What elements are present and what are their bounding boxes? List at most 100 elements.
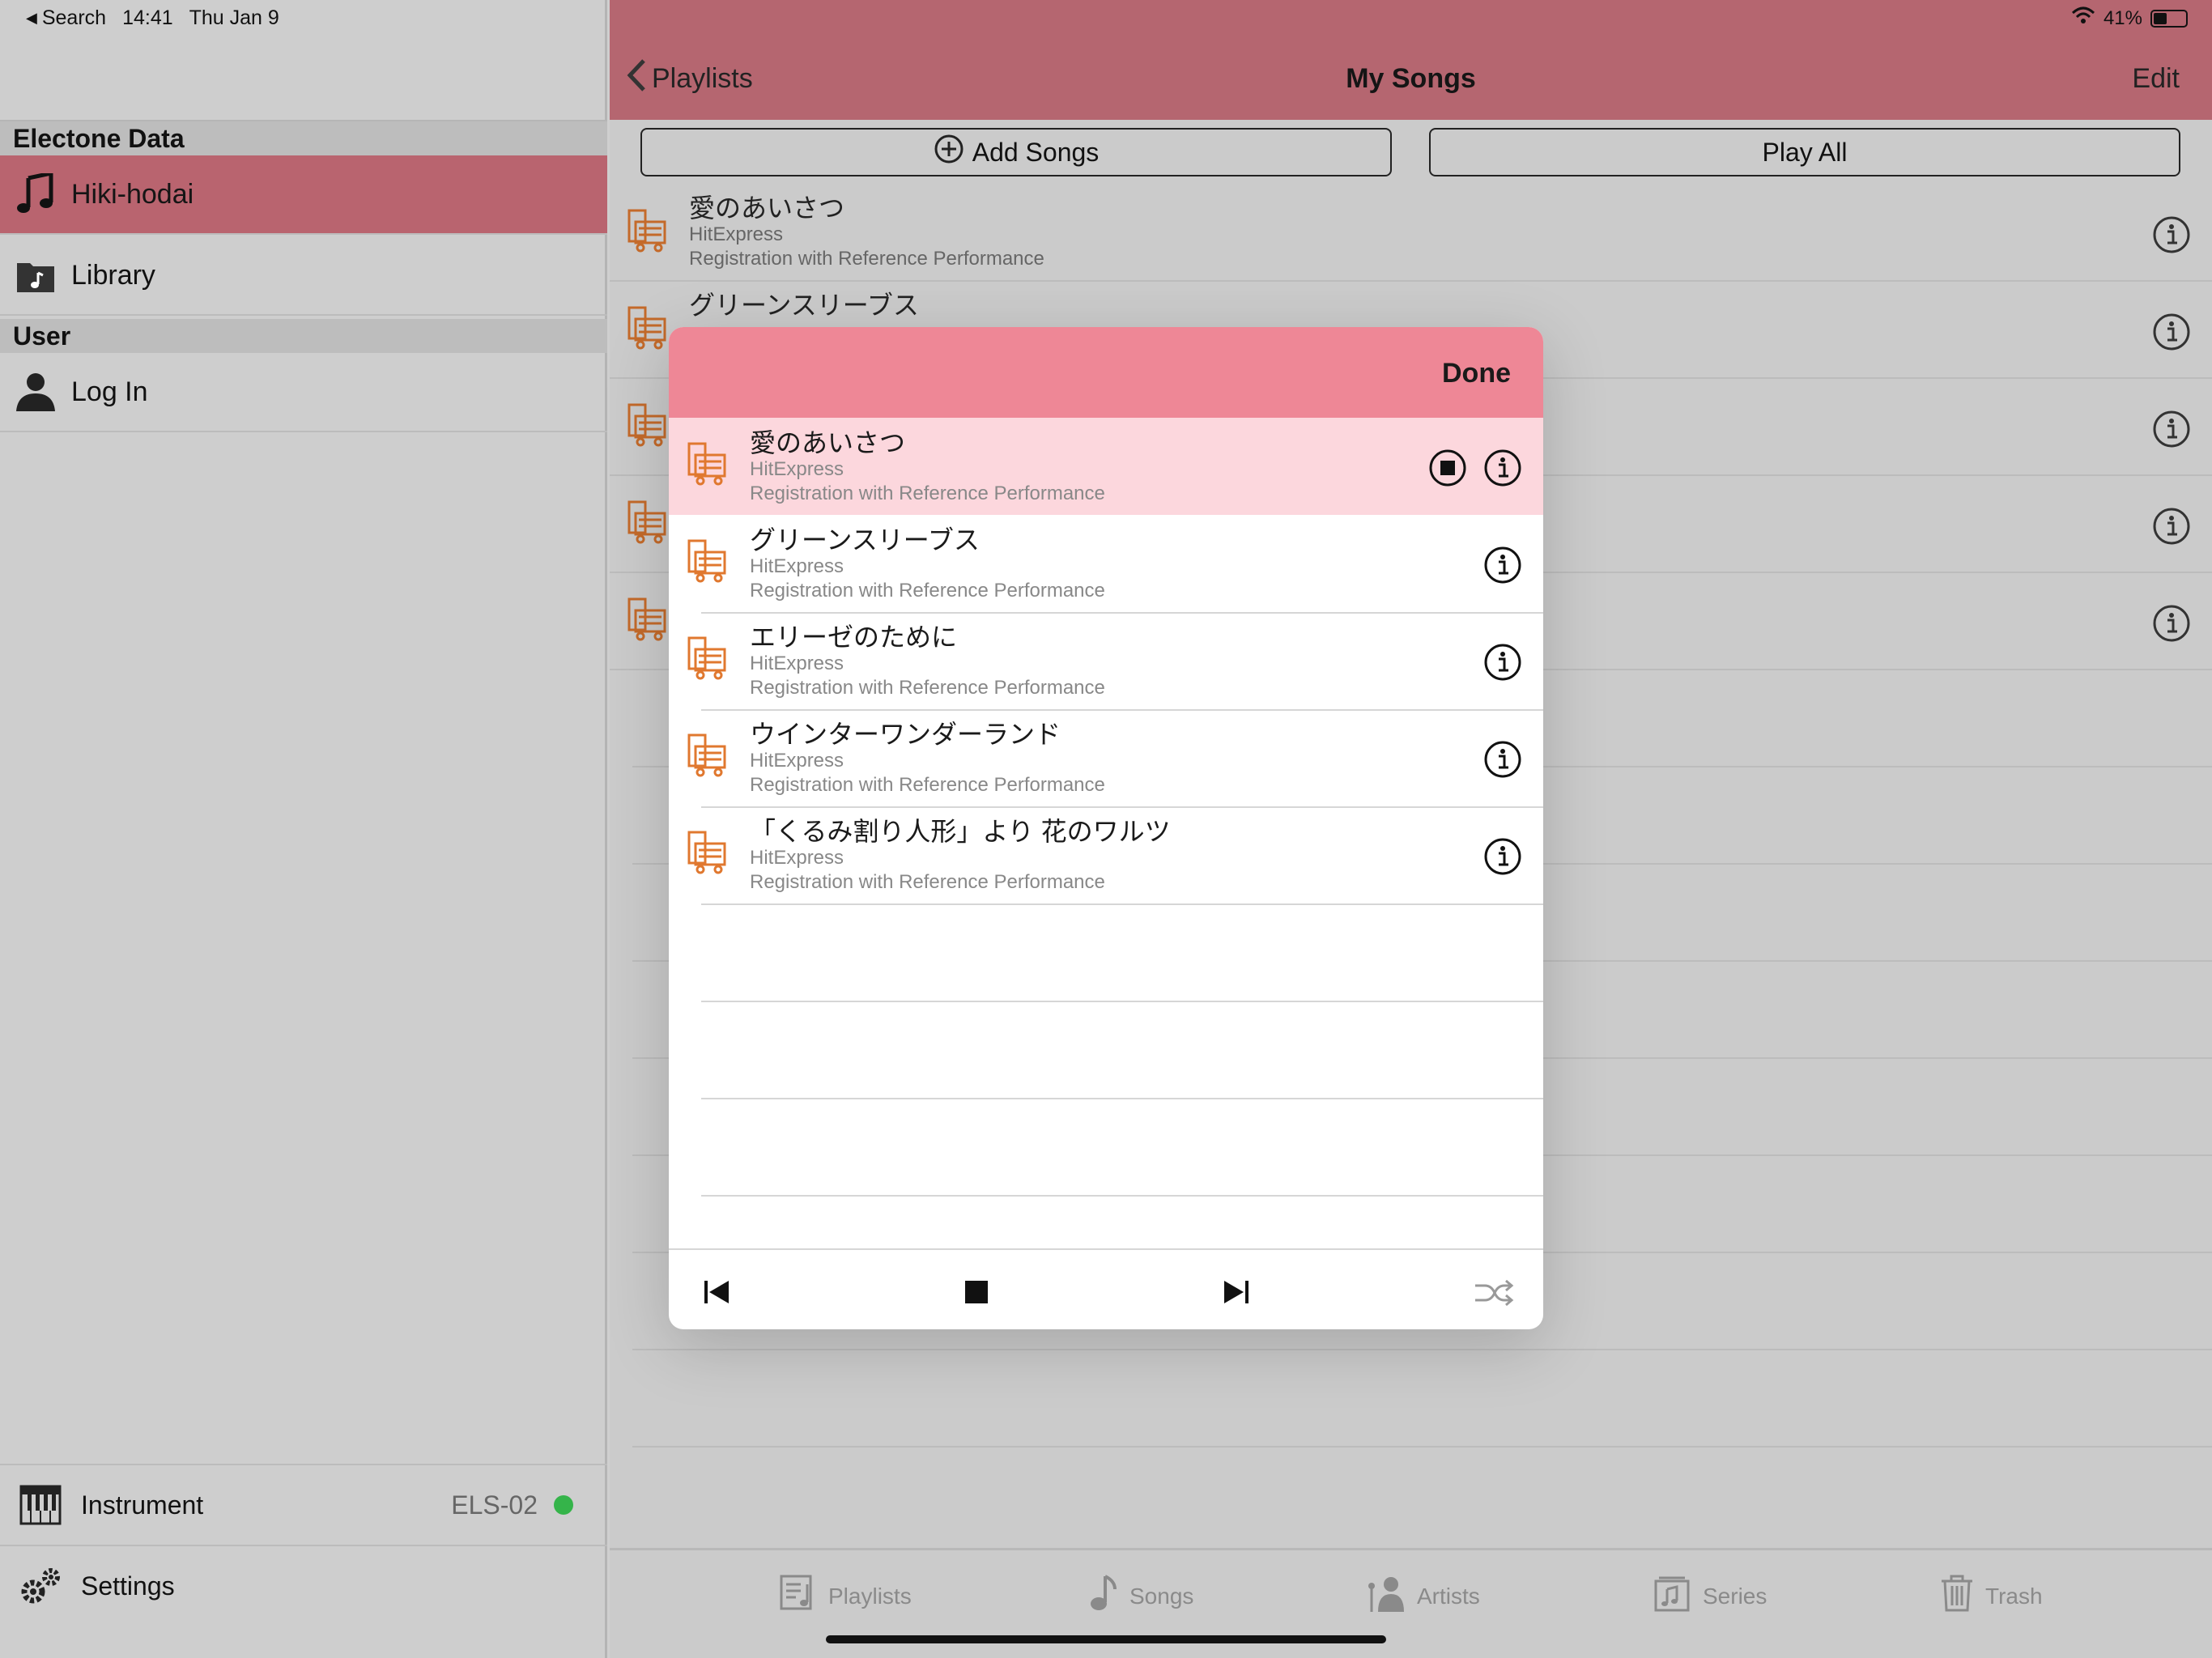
gears-icon bbox=[0, 1566, 81, 1606]
sidebar-item-log-in[interactable]: Log In bbox=[0, 353, 607, 432]
tab-label: Trash bbox=[1985, 1583, 2043, 1609]
song-data-icon bbox=[687, 733, 729, 783]
add-songs-button[interactable]: Add Songs bbox=[640, 128, 1392, 176]
section-header-user: User bbox=[0, 319, 607, 353]
sidebar-item-label: Hiki-hodai bbox=[71, 178, 194, 210]
info-icon[interactable] bbox=[2152, 410, 2191, 453]
music-note-icon bbox=[0, 173, 71, 215]
modal-song-row[interactable]: ウインターワンダーランド HitExpress Registration wit… bbox=[669, 709, 1543, 806]
list-item[interactable]: 愛のあいさつ HitExpress Registration with Refe… bbox=[610, 185, 2212, 282]
modal-song-row[interactable]: グリーンスリーブス HitExpress Registration with R… bbox=[669, 515, 1543, 612]
song-data-icon bbox=[687, 831, 729, 880]
modal-song-row[interactable]: 「くるみ割り人形」より 花のワルツ HitExpress Registratio… bbox=[669, 806, 1543, 903]
playback-controls bbox=[669, 1248, 1543, 1329]
sidebar-item-hiki-hodai[interactable]: Hiki-hodai bbox=[0, 155, 607, 235]
song-data-icon bbox=[687, 442, 729, 491]
song-source: HitExpress bbox=[689, 223, 784, 245]
edit-button[interactable]: Edit bbox=[2132, 63, 2180, 95]
tab-series[interactable]: Series bbox=[1654, 1575, 1767, 1618]
song-source: HitExpress bbox=[750, 653, 844, 674]
trash-icon bbox=[1940, 1575, 1974, 1618]
keyboard-icon bbox=[0, 1485, 81, 1525]
song-title: 愛のあいさつ bbox=[689, 193, 845, 223]
modal-header: Done bbox=[669, 327, 1543, 418]
row-divider bbox=[701, 1098, 1543, 1099]
song-data-icon bbox=[627, 209, 668, 258]
row-divider bbox=[701, 1195, 1543, 1197]
song-data-icon bbox=[687, 636, 729, 686]
song-data-icon bbox=[627, 306, 668, 355]
info-icon[interactable] bbox=[1483, 449, 1522, 491]
sidebar-item-settings[interactable]: Settings bbox=[0, 1545, 607, 1626]
tab-artists[interactable]: Artists bbox=[1367, 1575, 1480, 1618]
song-data-icon bbox=[687, 539, 729, 589]
now-playing-modal: Done 愛のあいさつ HitExpress Registration with… bbox=[669, 327, 1543, 1329]
wifi-icon bbox=[2071, 6, 2095, 30]
info-icon[interactable] bbox=[2152, 215, 2191, 258]
connection-status-dot bbox=[554, 1495, 573, 1515]
sidebar-item-library[interactable]: Library bbox=[0, 236, 607, 316]
song-source: HitExpress bbox=[750, 847, 844, 869]
song-data-icon bbox=[627, 597, 668, 647]
song-title: 「くるみ割り人形」より 花のワルツ bbox=[750, 817, 1171, 846]
play-all-button[interactable]: Play All bbox=[1429, 128, 2180, 176]
info-icon[interactable] bbox=[1483, 643, 1522, 686]
sidebar-item-instrument[interactable]: Instrument ELS-02 bbox=[0, 1464, 607, 1545]
info-icon[interactable] bbox=[2152, 312, 2191, 355]
info-icon[interactable] bbox=[1483, 546, 1522, 589]
plus-circle-icon bbox=[934, 134, 964, 171]
song-type: Registration with Reference Performance bbox=[750, 871, 1105, 893]
skip-next-icon[interactable] bbox=[1221, 1279, 1250, 1309]
tab-trash[interactable]: Trash bbox=[1940, 1575, 2043, 1618]
song-source: HitExpress bbox=[750, 555, 844, 577]
info-icon[interactable] bbox=[1483, 837, 1522, 880]
tab-label: Songs bbox=[1129, 1583, 1194, 1609]
tab-label: Playlists bbox=[828, 1583, 912, 1609]
song-title: 愛のあいさつ bbox=[750, 428, 906, 457]
done-button[interactable]: Done bbox=[1442, 358, 1511, 389]
song-data-icon bbox=[627, 403, 668, 453]
modal-song-row-playing[interactable]: 愛のあいさつ HitExpress Registration with Refe… bbox=[669, 418, 1543, 515]
back-to-app-icon[interactable]: ◀ bbox=[26, 10, 37, 27]
music-note-icon bbox=[1087, 1575, 1118, 1618]
playlist-icon bbox=[780, 1575, 817, 1618]
song-title: エリーゼのために bbox=[750, 623, 958, 652]
stop-circle-icon[interactable] bbox=[1428, 449, 1467, 491]
skip-previous-icon[interactable] bbox=[703, 1279, 732, 1309]
home-indicator[interactable] bbox=[826, 1635, 1386, 1643]
section-header-electone-data: Electone Data bbox=[0, 121, 607, 155]
instrument-model-value: ELS-02 bbox=[451, 1490, 538, 1520]
shuffle-icon[interactable] bbox=[1474, 1279, 1514, 1311]
empty-row-divider bbox=[632, 1349, 2212, 1350]
play-all-label: Play All bbox=[1762, 137, 1848, 167]
info-icon[interactable] bbox=[2152, 604, 2191, 647]
song-type: Registration with Reference Performance bbox=[750, 580, 1105, 602]
info-icon[interactable] bbox=[1483, 740, 1522, 783]
back-to-app-label[interactable]: Search bbox=[42, 6, 106, 30]
song-source: HitExpress bbox=[750, 750, 844, 772]
modal-song-row[interactable]: エリーゼのために HitExpress Registration with Re… bbox=[669, 612, 1543, 709]
battery-percent: 41% bbox=[2103, 6, 2142, 29]
status-time: 14:41 bbox=[122, 6, 173, 29]
song-type: Registration with Reference Performance bbox=[750, 483, 1105, 504]
song-data-icon bbox=[627, 500, 668, 550]
instrument-label: Instrument bbox=[81, 1490, 204, 1520]
tab-songs[interactable]: Songs bbox=[1087, 1575, 1193, 1618]
tab-playlists[interactable]: Playlists bbox=[780, 1575, 912, 1618]
song-type: Registration with Reference Performance bbox=[750, 774, 1105, 796]
artist-icon bbox=[1367, 1575, 1406, 1618]
sidebar-item-label: Library bbox=[71, 259, 155, 291]
song-source: HitExpress bbox=[750, 458, 844, 480]
song-title: グリーンスリーブス bbox=[689, 291, 919, 320]
navigation-bar: 41% Playlists My Songs Edit bbox=[610, 0, 2212, 120]
row-divider bbox=[701, 1001, 1543, 1002]
tab-label: Artists bbox=[1417, 1583, 1480, 1609]
song-title: ウインターワンダーランド bbox=[750, 720, 1061, 749]
stop-icon[interactable] bbox=[963, 1279, 989, 1309]
status-bar-right: 41% bbox=[2071, 6, 2188, 30]
battery-icon bbox=[2150, 9, 2188, 28]
page-title: My Songs bbox=[1346, 63, 1476, 94]
row-divider bbox=[701, 903, 1543, 905]
info-icon[interactable] bbox=[2152, 507, 2191, 550]
sidebar: ◀ Search 14:41 Thu Jan 9 Electone Data H… bbox=[0, 0, 607, 1658]
